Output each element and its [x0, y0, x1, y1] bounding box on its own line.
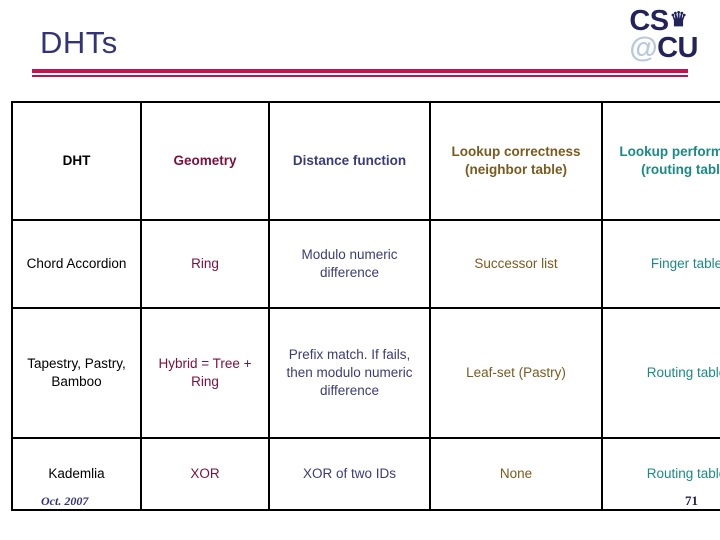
table-row: Tapestry, Pastry, Bamboo Hybrid = Tree +…: [11, 307, 720, 439]
cell-geometry: XOR: [140, 437, 270, 511]
column-header-lookup-performance: Lookup performance (routing table): [601, 101, 720, 221]
cell-geometry: Ring: [140, 219, 270, 309]
table-header-row: DHT Geometry Distance function Lookup co…: [11, 101, 720, 221]
cell-lookup-performance: Routing table: [601, 437, 720, 511]
cell-lookup-performance: Finger table: [601, 219, 720, 309]
logo-text-at: @: [629, 31, 658, 64]
page-title: DHTs: [40, 25, 118, 60]
cs-at-cu-logo: CS♛ @CU: [629, 7, 698, 64]
crown-icon: ♛: [669, 9, 688, 31]
dht-comparison-table: DHT Geometry Distance function Lookup co…: [11, 101, 720, 511]
cell-lookup-correctness: Leaf-set (Pastry): [429, 307, 603, 439]
cell-distance-function: Modulo numeric difference: [268, 219, 431, 309]
cell-distance-function: Prefix match. If fails, then modulo nume…: [268, 307, 431, 439]
column-header-distance-function: Distance function: [268, 101, 431, 221]
divider-bar-thick: [32, 69, 688, 73]
title-divider-rule: [32, 69, 688, 78]
cell-lookup-correctness: None: [429, 437, 603, 511]
cell-dht: Tapestry, Pastry, Bamboo: [11, 307, 142, 439]
cell-lookup-performance: Routing table: [601, 307, 720, 439]
cell-lookup-correctness: Successor list: [429, 219, 603, 309]
footer-date: Oct. 2007: [41, 494, 89, 508]
column-header-lookup-correctness: Lookup correctness (neighbor table): [429, 101, 603, 221]
table-row: Kademlia XOR XOR of two IDs None Routing…: [11, 437, 720, 511]
divider-bar-thin: [32, 75, 688, 77]
footer-page-number: 71: [685, 493, 698, 508]
table-row: Chord Accordion Ring Modulo numeric diff…: [11, 219, 720, 309]
logo-line-cu: @CU: [629, 31, 698, 64]
logo-line-cs: CS♛: [629, 7, 698, 36]
column-header-dht: DHT: [11, 101, 142, 221]
cell-dht: Chord Accordion: [11, 219, 142, 309]
logo-text-cu: CU: [657, 31, 698, 64]
cell-geometry: Hybrid = Tree + Ring: [140, 307, 270, 439]
column-header-geometry: Geometry: [140, 101, 270, 221]
cell-distance-function: XOR of two IDs: [268, 437, 431, 511]
